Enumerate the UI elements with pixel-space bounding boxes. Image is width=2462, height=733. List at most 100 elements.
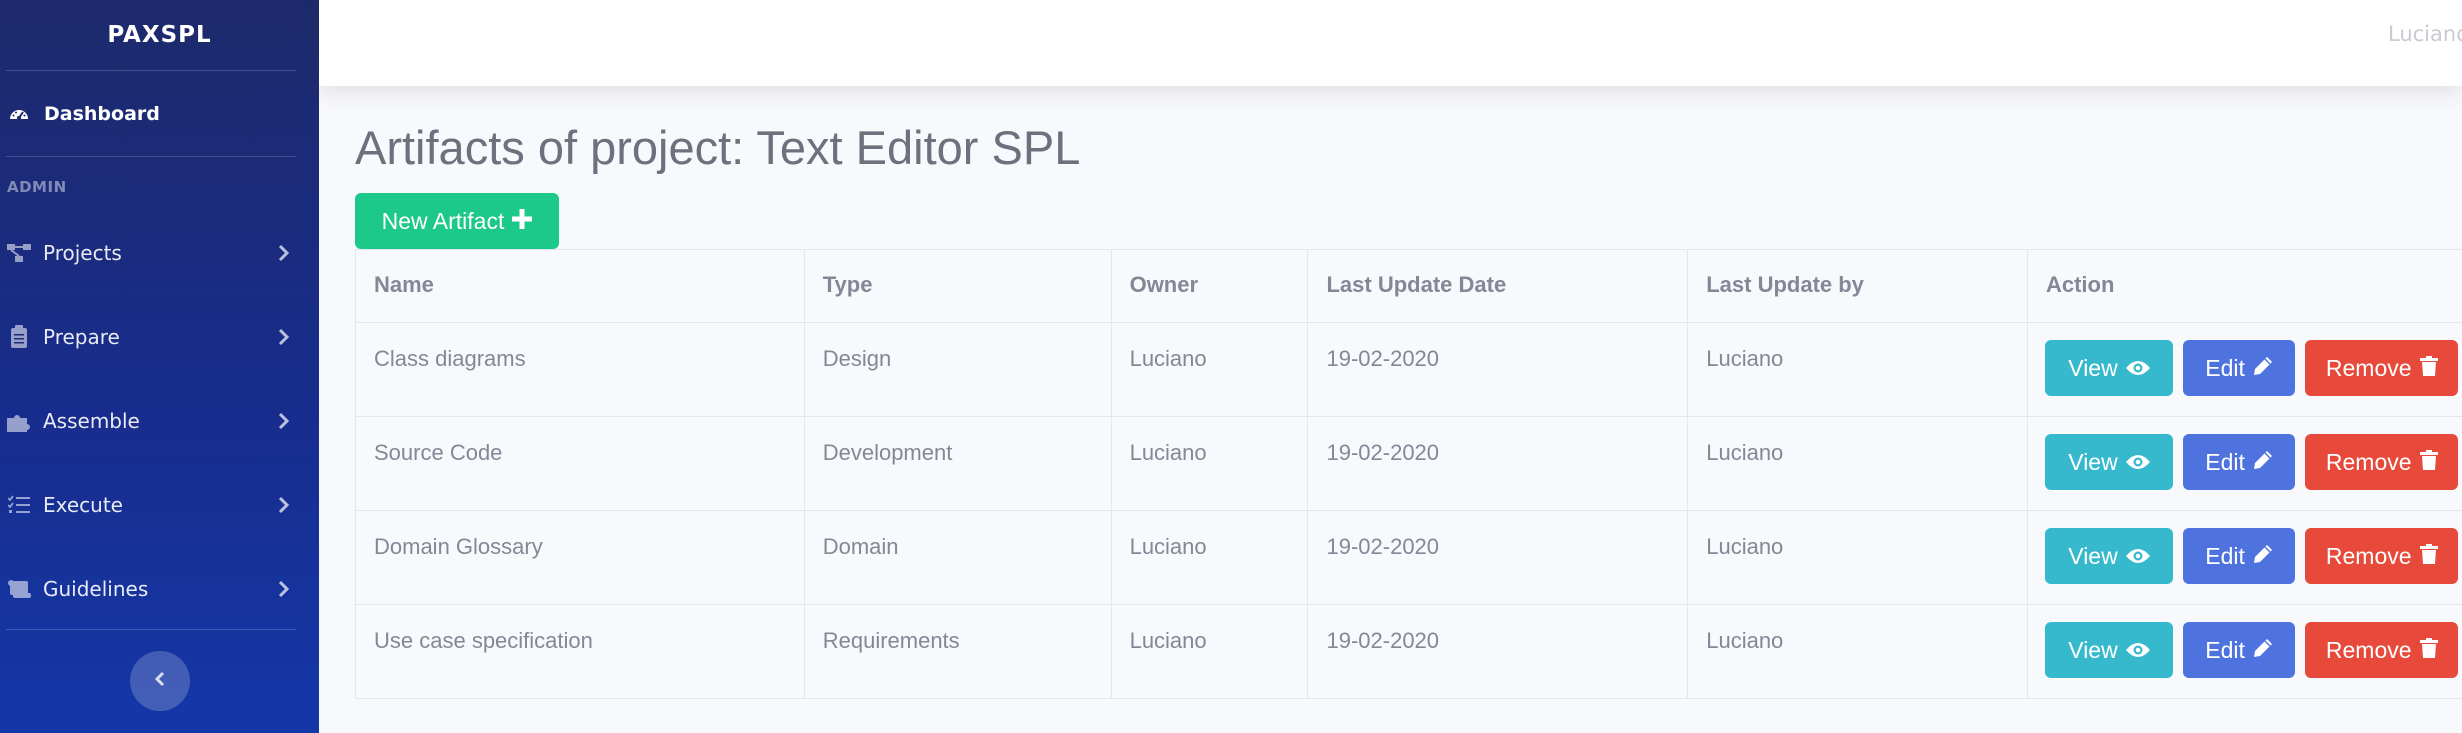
- scroll-icon: [7, 577, 31, 601]
- chevron-right-icon: [277, 411, 291, 431]
- pencil-icon: [2253, 449, 2273, 476]
- edit-label: Edit: [2205, 354, 2245, 381]
- cell-type: Design: [803, 322, 1112, 417]
- cell-actions: View Edit Remove: [2026, 416, 2462, 511]
- user-name[interactable]: Luciano: [2388, 22, 2462, 46]
- remove-label: Remove: [2325, 636, 2412, 663]
- cell-last-update-by: Luciano: [1687, 510, 2028, 605]
- cell-last-update-by: Luciano: [1687, 322, 2028, 417]
- sidebar-item-label: Execute: [43, 493, 123, 517]
- plus-icon: [512, 208, 533, 235]
- topbar: Luciano: [319, 0, 2462, 86]
- sidebar-item-projects[interactable]: Projects: [0, 211, 319, 295]
- view-label: View: [2068, 542, 2118, 569]
- cell-type: Development: [803, 416, 1112, 511]
- remove-label: Remove: [2325, 542, 2412, 569]
- edit-button[interactable]: Edit: [2183, 622, 2296, 678]
- sidebar-item-label: Guidelines: [43, 577, 149, 601]
- edit-label: Edit: [2205, 448, 2245, 475]
- table-row: Class diagrams Design Luciano 19-02-2020…: [355, 322, 2462, 417]
- tachometer-icon: [8, 103, 30, 125]
- sidebar-heading: ADMIN: [7, 178, 67, 196]
- edit-button[interactable]: Edit: [2183, 340, 2296, 396]
- eye-icon: [2125, 637, 2150, 664]
- cell-name: Use case specification: [355, 604, 805, 699]
- view-label: View: [2068, 636, 2118, 663]
- sidebar-item-prepare[interactable]: Prepare: [0, 295, 319, 379]
- cell-type: Domain: [803, 510, 1112, 605]
- table-row: Use case specification Requirements Luci…: [355, 604, 2462, 699]
- column-header-last-update-date: Last Update Date: [1307, 249, 1689, 323]
- view-button[interactable]: View: [2044, 340, 2173, 396]
- sidebar-item-label: Assemble: [43, 409, 140, 433]
- puzzle-icon: [7, 409, 31, 433]
- remove-button[interactable]: Remove: [2305, 622, 2459, 678]
- view-label: View: [2068, 448, 2118, 475]
- pencil-icon: [2253, 543, 2273, 570]
- column-header-owner: Owner: [1110, 249, 1309, 323]
- cell-last-update-by: Luciano: [1687, 604, 2028, 699]
- chevron-right-icon: [277, 243, 291, 263]
- sidebar-item-dashboard[interactable]: Dashboard: [0, 71, 319, 156]
- table-header-row: Name Type Owner Last Update Date Last Up…: [355, 249, 2462, 323]
- cell-last-update-date: 19-02-2020: [1307, 322, 1689, 417]
- trash-icon: [2419, 637, 2438, 664]
- table-row: Source Code Development Luciano 19-02-20…: [355, 416, 2462, 511]
- cell-name: Source Code: [355, 416, 805, 511]
- tasks-icon: [7, 493, 31, 517]
- chevron-left-icon: [154, 671, 166, 691]
- cell-owner: Luciano: [1110, 322, 1309, 417]
- pencil-icon: [2253, 355, 2273, 382]
- cell-name: Domain Glossary: [355, 510, 805, 605]
- cell-last-update-by: Luciano: [1687, 416, 2028, 511]
- cell-last-update-date: 19-02-2020: [1307, 510, 1689, 605]
- table-row: Domain Glossary Domain Luciano 19-02-202…: [355, 510, 2462, 605]
- clipboard-icon: [7, 325, 31, 349]
- sidebar-item-guidelines[interactable]: Guidelines: [0, 547, 319, 631]
- eye-icon: [2125, 449, 2150, 476]
- sidebar-item-label: Projects: [43, 241, 122, 265]
- cell-last-update-date: 19-02-2020: [1307, 416, 1689, 511]
- remove-button[interactable]: Remove: [2305, 340, 2459, 396]
- eye-icon: [2125, 355, 2150, 382]
- column-header-name: Name: [355, 249, 805, 323]
- view-button[interactable]: View: [2044, 434, 2173, 490]
- chevron-right-icon: [277, 579, 291, 599]
- sidebar-item-assemble[interactable]: Assemble: [0, 379, 319, 463]
- cell-name: Class diagrams: [355, 322, 805, 417]
- sidebar-item-label: Dashboard: [44, 102, 160, 125]
- remove-button[interactable]: Remove: [2305, 434, 2459, 490]
- sidebar-item-label: Prepare: [43, 325, 120, 349]
- view-label: View: [2068, 354, 2118, 381]
- trash-icon: [2419, 355, 2438, 382]
- edit-button[interactable]: Edit: [2183, 434, 2296, 490]
- column-header-type: Type: [803, 249, 1112, 323]
- pencil-icon: [2253, 637, 2273, 664]
- column-header-action: Action: [2026, 249, 2462, 323]
- edit-button[interactable]: Edit: [2183, 528, 2296, 584]
- cell-actions: View Edit Remove: [2026, 510, 2462, 605]
- cell-actions: View Edit Remove: [2026, 604, 2462, 699]
- trash-icon: [2419, 543, 2438, 570]
- chevron-right-icon: [277, 327, 291, 347]
- edit-label: Edit: [2205, 636, 2245, 663]
- cell-type: Requirements: [803, 604, 1112, 699]
- sidebar-item-execute[interactable]: Execute: [0, 463, 319, 547]
- view-button[interactable]: View: [2044, 622, 2173, 678]
- new-artifact-label: New Artifact: [381, 207, 505, 234]
- chevron-right-icon: [277, 495, 291, 515]
- remove-label: Remove: [2325, 354, 2412, 381]
- page-title: Artifacts of project: Text Editor SPL: [355, 121, 1081, 174]
- new-artifact-button[interactable]: New Artifact: [355, 193, 559, 249]
- cell-actions: View Edit Remove: [2026, 322, 2462, 417]
- brand-logo[interactable]: PAXSPL: [0, 0, 319, 70]
- cell-owner: Luciano: [1110, 604, 1309, 699]
- remove-label: Remove: [2325, 448, 2412, 475]
- trash-icon: [2419, 449, 2438, 476]
- eye-icon: [2125, 543, 2150, 570]
- artifacts-table: Name Type Owner Last Update Date Last Up…: [355, 249, 2462, 699]
- remove-button[interactable]: Remove: [2305, 528, 2459, 584]
- column-header-last-update-by: Last Update by: [1687, 249, 2028, 323]
- view-button[interactable]: View: [2044, 528, 2173, 584]
- sidebar-toggle-button[interactable]: [129, 651, 190, 711]
